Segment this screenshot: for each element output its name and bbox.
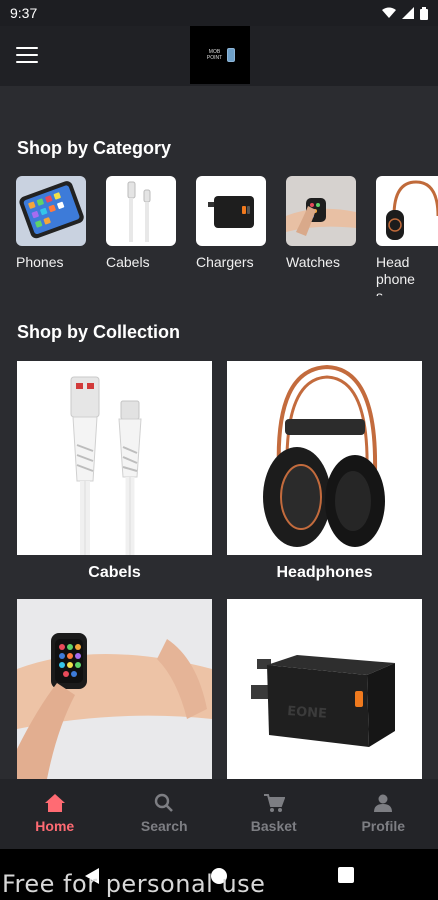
nav-label: Profile [361,818,406,834]
category-thumb-watches [286,176,356,246]
search-icon [155,793,174,812]
category-thumb-cabels [106,176,176,246]
category-label: Chargers [196,254,254,270]
watermark-text: Free for personal use [2,870,266,898]
nav-profile[interactable]: Profile [329,779,438,849]
home-icon [44,794,65,812]
category-label: Phones [16,254,64,270]
collection-image-cabels [17,361,212,555]
category-item-cabels[interactable]: Cabels [106,176,178,271]
signal-icon [402,7,414,19]
collection-card-headphones[interactable]: Headphones [227,361,422,582]
category-list: Phones Cabels Chargers Watches Headphone… [16,176,438,296]
category-label: Headphones [376,254,415,296]
nav-label: Home [35,818,75,834]
collection-image-chargers: EONE [227,599,422,779]
app-logo: MOB POINT [190,26,250,84]
nav-search[interactable]: Search [110,779,220,849]
category-item-headphones[interactable]: Headphones [376,176,438,296]
collection-card-watches[interactable] [17,599,212,779]
nav-home[interactable]: Home [0,779,110,849]
menu-icon[interactable] [16,44,38,66]
collection-card-chargers[interactable]: EONE [227,599,422,779]
nav-label: Basket [250,818,297,834]
category-item-watches[interactable]: Watches [286,176,358,271]
collection-section-title: Shop by Collection [17,322,181,342]
nav-basket[interactable]: Basket [219,779,329,849]
category-item-chargers[interactable]: Chargers [196,176,268,271]
category-thumb-phones [16,176,86,246]
cart-icon [263,794,285,812]
status-bar: 9:37 [0,0,438,26]
battery-icon [420,6,428,20]
app-bar: MOB POINT [0,26,438,86]
category-item-phones[interactable]: Phones [16,176,88,271]
logo-text: MOB POINT [206,49,223,61]
recents-icon[interactable] [338,867,354,883]
category-thumb-chargers [196,176,266,246]
bottom-nav: Home Search Basket Profile [0,779,438,849]
status-icons [382,6,428,20]
status-time: 9:37 [10,5,38,21]
category-label: Watches [286,254,340,270]
category-thumb-headphones [376,176,438,246]
collection-card-cabels[interactable]: Cabels [17,361,212,582]
collection-label: Headphones [276,564,373,581]
wifi-icon [382,7,396,18]
category-label: Cabels [106,254,150,270]
collection-label: Cabels [88,564,141,581]
collection-image-watches [17,599,212,779]
collection-image-headphones [227,361,422,555]
nav-label: Search [140,818,188,834]
svg-text:EONE: EONE [287,704,328,722]
logo-phone-graphic [226,48,235,62]
person-icon [374,794,393,812]
category-section-title: Shop by Category [17,138,172,158]
